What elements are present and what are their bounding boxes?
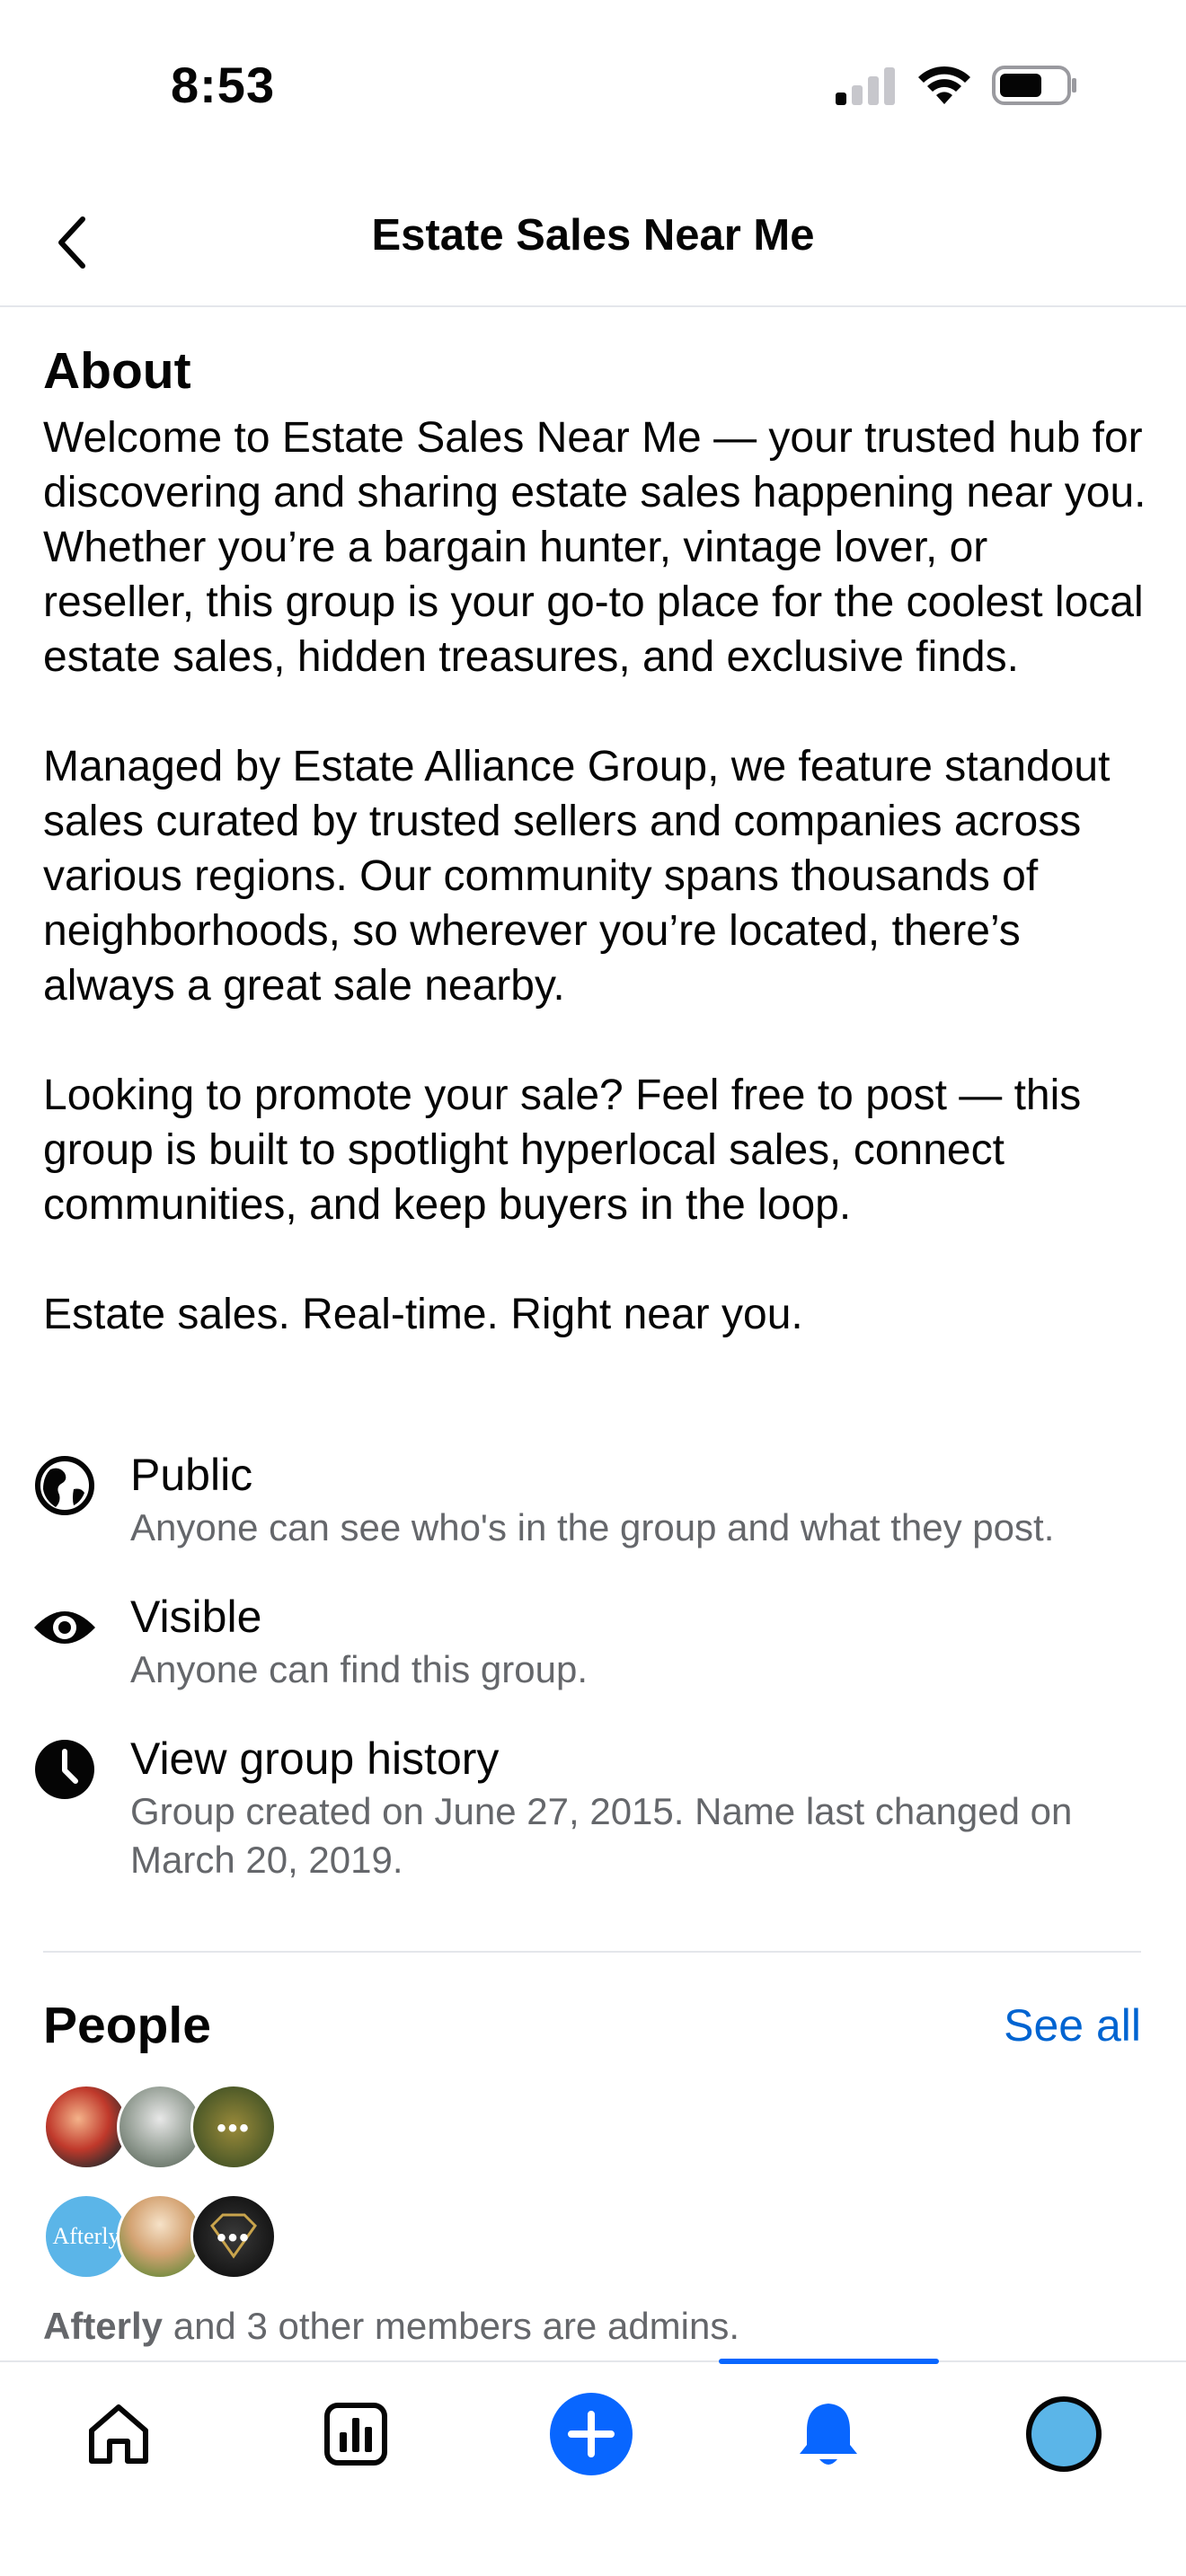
tab-dashboard[interactable] — [311, 2389, 401, 2479]
info-description: Anyone can see who's in the group and wh… — [130, 1506, 1055, 1548]
info-title: Visible — [130, 1592, 262, 1642]
avatar-more[interactable]: ••• — [190, 2193, 277, 2280]
about-heading: About — [43, 342, 191, 400]
more-dots-icon: ••• — [217, 2223, 251, 2253]
battery-icon — [992, 66, 1076, 105]
tab-notifications[interactable] — [783, 2389, 873, 2479]
admins-summary: Afterly and 3 other members are admins. — [43, 2305, 739, 2348]
profile-avatar-icon — [1026, 2396, 1102, 2472]
avatar-logo-text: Afterly — [52, 2223, 120, 2249]
about-paragraph: Estate sales. Real-time. Right near you. — [43, 1291, 803, 1339]
status-bar: 8:53 — [0, 0, 1186, 171]
clock-icon — [35, 1740, 94, 1799]
people-heading: People — [43, 1997, 211, 2054]
privacy-public-item: Public Anyone can see who's in the group… — [27, 1446, 1159, 1552]
about-paragraph: Managed by Estate Alliance Group, we fea… — [43, 743, 1111, 1010]
eye-icon — [34, 1611, 95, 1644]
info-title: Public — [130, 1450, 253, 1500]
tab-profile[interactable] — [1019, 2389, 1109, 2479]
section-divider — [43, 1951, 1141, 1953]
avatar-more[interactable]: ••• — [190, 2084, 277, 2170]
group-info-list: Public Anyone can see who's in the group… — [27, 1446, 1159, 1920]
more-dots-icon: ••• — [217, 2113, 251, 2143]
about-section: About Welcome to Estate Sales Near Me — … — [43, 340, 1148, 1342]
visibility-item: Visible Anyone can find this group. — [27, 1588, 1159, 1694]
cellular-signal-icon — [836, 67, 895, 105]
nav-bar: Estate Sales Near Me — [0, 180, 1186, 307]
status-time: 8:53 — [171, 57, 276, 113]
info-description: Group created on June 27, 2015. Name las… — [130, 1790, 1073, 1881]
tab-home[interactable] — [74, 2389, 164, 2479]
create-plus-icon — [550, 2393, 633, 2475]
home-icon — [89, 2404, 148, 2464]
about-paragraph: Welcome to Estate Sales Near Me — your t… — [43, 414, 1146, 682]
about-paragraph: Looking to promote your sale? Feel free … — [43, 1072, 1082, 1230]
page-title: Estate Sales Near Me — [371, 211, 815, 260]
group-about-screen: 8:53 Estate Sales Near Me About Welcome … — [0, 0, 1186, 2576]
admins-text: and 3 other members are admins. — [163, 2305, 740, 2347]
dashboard-icon — [324, 2403, 387, 2466]
notifications-bell-icon — [800, 2404, 857, 2465]
members-avatar-row[interactable]: ••• — [43, 2084, 277, 2170]
about-description: Welcome to Estate Sales Near Me — your t… — [43, 410, 1148, 1342]
status-icons — [834, 63, 1078, 108]
admin-name[interactable]: Afterly — [43, 2305, 163, 2347]
info-title: View group history — [130, 1734, 500, 1784]
tab-create[interactable] — [546, 2389, 636, 2479]
active-tab-indicator — [719, 2359, 939, 2364]
group-history-item[interactable]: View group history Group created on June… — [27, 1730, 1159, 1884]
info-description: Anyone can find this group. — [130, 1648, 589, 1690]
people-header: People See all — [43, 1996, 1141, 2059]
see-all-link[interactable]: See all — [1004, 1999, 1141, 2051]
globe-icon — [35, 1456, 94, 1515]
wifi-icon — [918, 66, 970, 104]
admins-avatar-row[interactable]: Afterly ••• — [43, 2193, 277, 2280]
